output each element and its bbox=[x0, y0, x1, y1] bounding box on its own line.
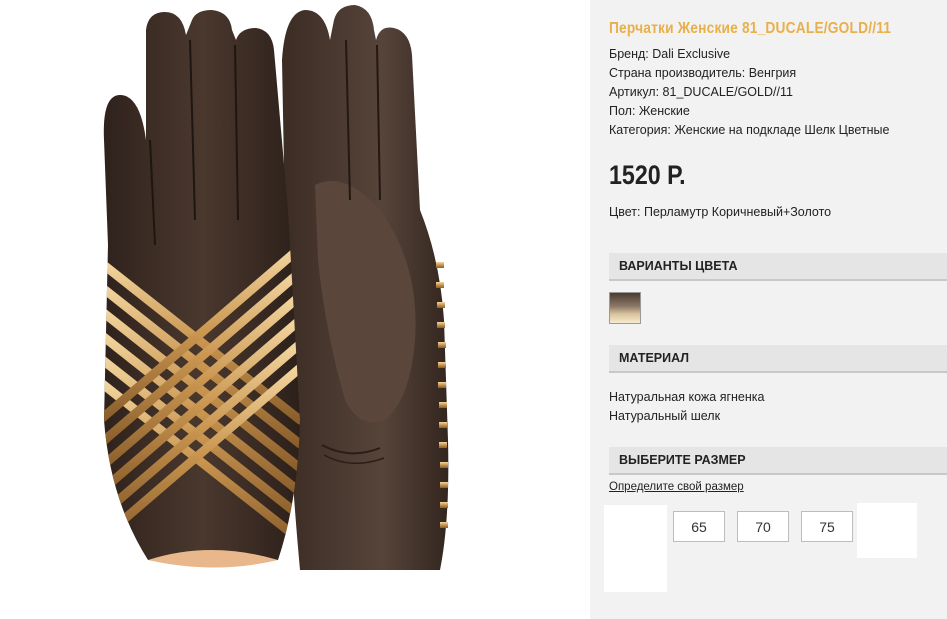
spec-article: Артикул: 81_DUCALE/GOLD//11 bbox=[609, 85, 793, 99]
section-color-variants: ВАРИАНТЫ ЦВЕТА bbox=[609, 253, 947, 281]
section-size: ВЫБЕРИТЕ РАЗМЕР bbox=[609, 447, 947, 475]
size-guide-link[interactable]: Определите свой размер bbox=[609, 481, 744, 493]
section-material: МАТЕРИАЛ bbox=[609, 345, 947, 373]
section-title: ВЫБЕРИТЕ РАЗМЕР bbox=[619, 453, 746, 467]
gloves-image bbox=[103, 5, 449, 570]
product-price: 1520 Р. bbox=[609, 160, 686, 190]
material-item: Натуральная кожа ягненка bbox=[609, 390, 765, 404]
product-title: Перчатки Женские 81_DUCALE/GOLD//11 bbox=[609, 20, 892, 37]
material-item: Натуральный шелк bbox=[609, 409, 721, 423]
product-info-panel: Перчатки Женские 81_DUCALE/GOLD//11 Брен… bbox=[590, 0, 947, 619]
color-swatch[interactable] bbox=[609, 292, 641, 324]
spec-gender: Пол: Женские bbox=[609, 104, 690, 118]
section-title: МАТЕРИАЛ bbox=[619, 351, 690, 365]
spec-category: Категория: Женские на подкладе Шелк Цвет… bbox=[609, 123, 890, 137]
size-option-75[interactable]: 75 bbox=[801, 511, 853, 542]
size-panel-blank bbox=[604, 505, 667, 592]
spec-country: Страна производитель: Венгрия bbox=[609, 66, 797, 80]
size-option-70[interactable]: 70 bbox=[737, 511, 789, 542]
spec-brand: Бренд: Dali Exclusive bbox=[609, 47, 731, 61]
section-title: ВАРИАНТЫ ЦВЕТА bbox=[619, 259, 738, 273]
size-panel-blank bbox=[857, 503, 917, 558]
product-color: Цвет: Перламутр Коричневый+Золото bbox=[609, 205, 832, 219]
product-photo bbox=[0, 0, 590, 619]
size-option-65[interactable]: 65 bbox=[673, 511, 725, 542]
